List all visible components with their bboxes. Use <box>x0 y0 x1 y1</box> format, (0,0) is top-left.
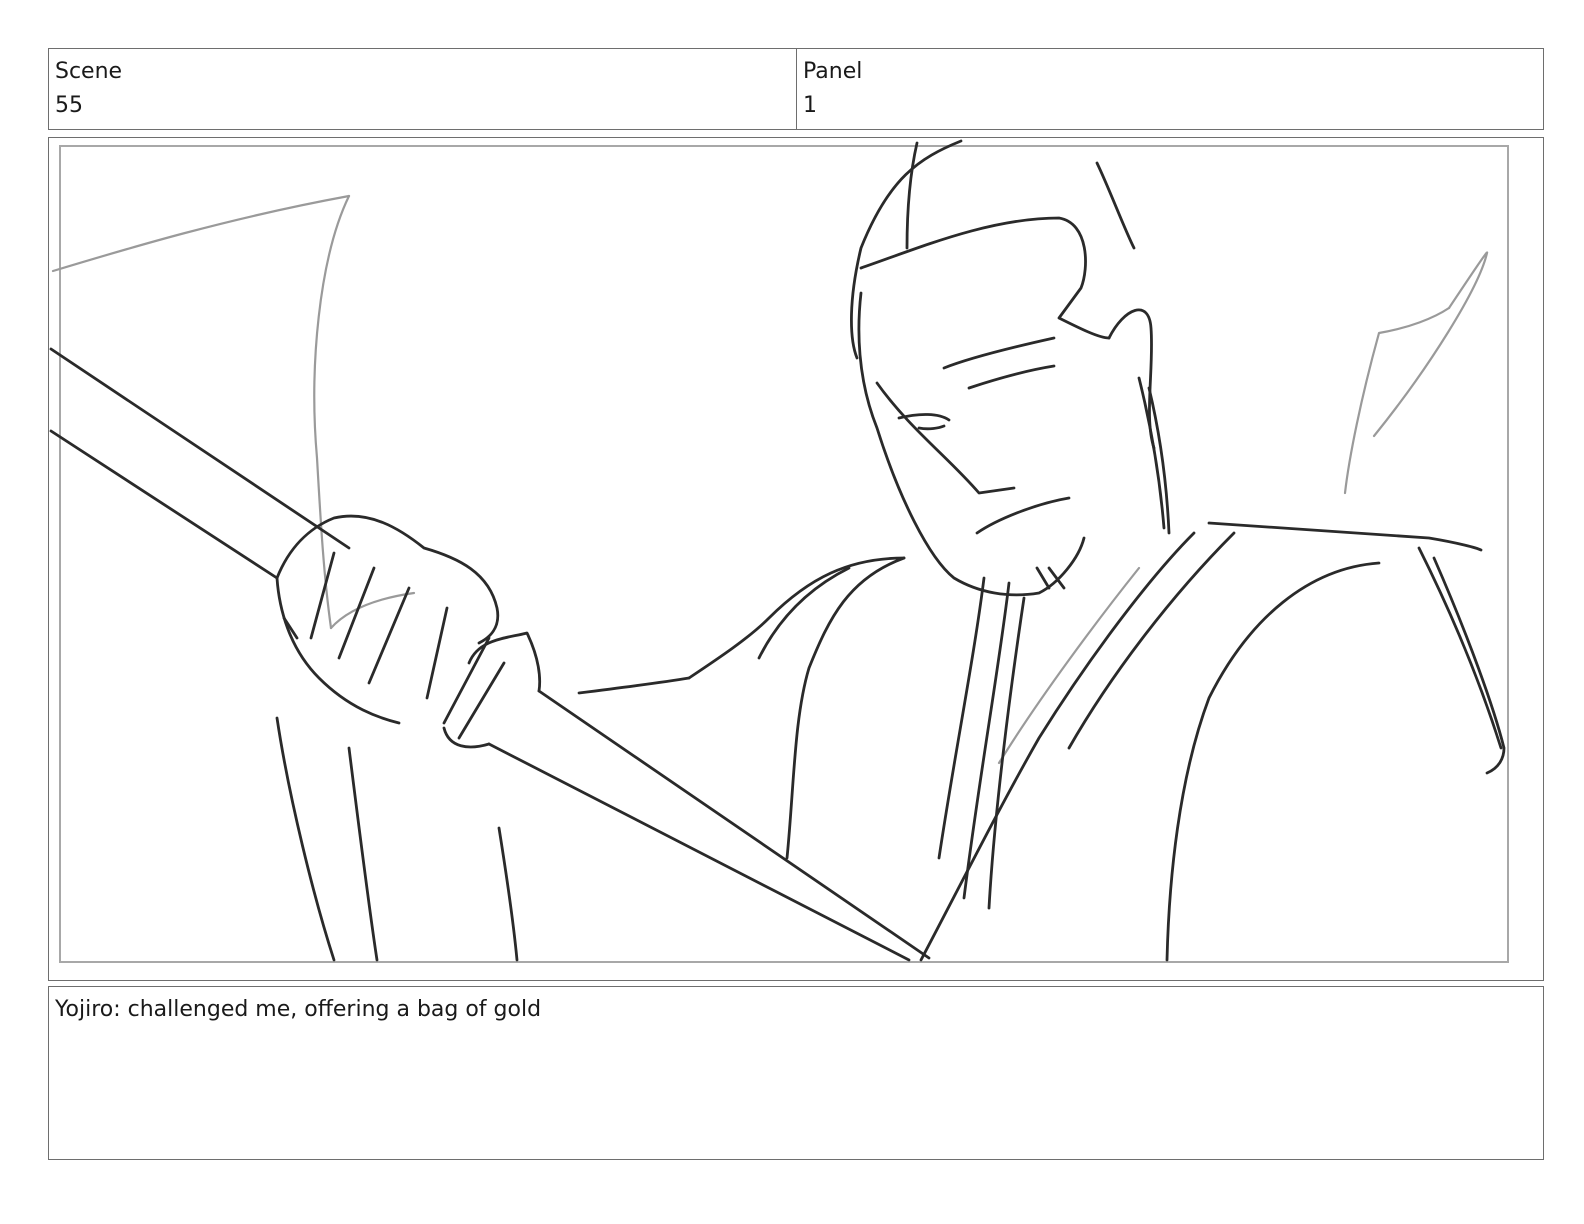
panel-header: Scene 55 Panel 1 <box>48 48 1544 130</box>
safe-frame <box>59 145 1509 963</box>
scene-label: Scene <box>55 59 123 84</box>
dialogue-text: Yojiro: challenged me, offering a bag of… <box>55 997 542 1022</box>
storyboard-frame <box>48 137 1544 981</box>
construction-lines <box>51 194 1489 765</box>
notes-box: Yojiro: challenged me, offering a bag of… <box>48 986 1544 1160</box>
panel-number: 1 <box>803 93 817 118</box>
sketch-drawing <box>49 139 1509 963</box>
ink-lines <box>49 139 1506 962</box>
scene-number: 55 <box>55 93 83 118</box>
panel-label: Panel <box>803 59 863 84</box>
panel-cell: Panel 1 <box>797 49 1543 129</box>
scene-cell: Scene 55 <box>49 49 797 129</box>
